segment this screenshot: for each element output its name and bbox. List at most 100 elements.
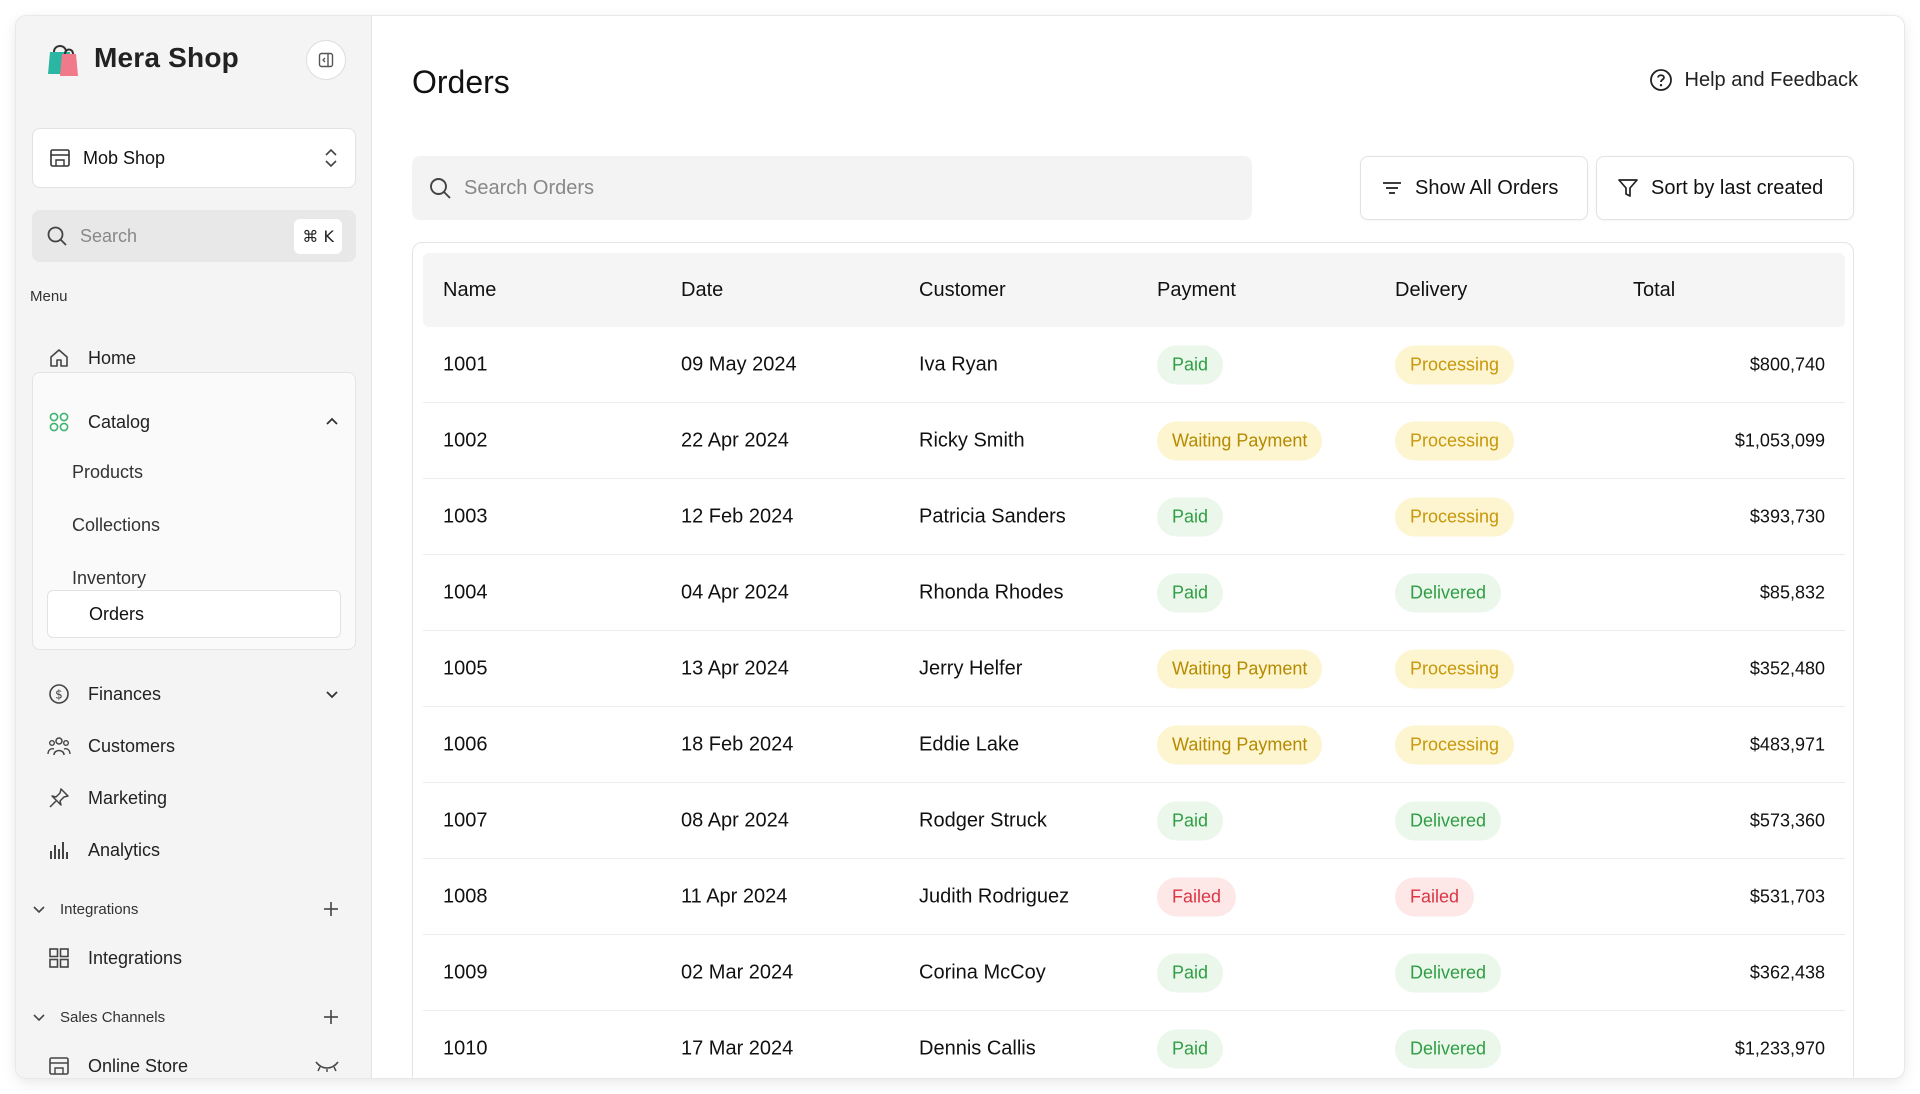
sidebar-subitem-orders[interactable]: Orders — [47, 590, 341, 638]
main-content: Orders Help and Feedback Show All Orders… — [372, 16, 1904, 1078]
sidebar-toggle-icon — [318, 52, 334, 68]
show-all-orders-label: Show All Orders — [1415, 176, 1559, 199]
order-customer-cell: Rhonda Rhodes — [919, 581, 1064, 603]
payment-status-badge: Waiting Payment — [1157, 725, 1323, 764]
table-row[interactable]: 1008 11 Apr 2024 Judith Rodriguez Failed Fai… — [423, 859, 1845, 935]
order-date-cell: 08 Apr 2024 — [681, 809, 789, 831]
section-label: Sales Channels — [60, 1008, 166, 1026]
order-name-cell: 1006 — [443, 733, 488, 755]
table-row[interactable]: 1007 08 Apr 2024 Rodger Struck Paid Delivere… — [423, 783, 1845, 859]
order-total-cell: $1,053,099 — [1734, 430, 1825, 450]
sidebar-item-analytics[interactable]: Analytics — [32, 828, 356, 872]
column-header-delivery[interactable]: Delivery — [1395, 279, 1467, 302]
sidebar-item-label: Customers — [88, 735, 176, 756]
order-name-cell: 1003 — [443, 505, 488, 527]
sidebar-item-online-store[interactable]: Online Store — [32, 1044, 356, 1078]
orders-search[interactable] — [412, 156, 1252, 220]
sort-label: Sort by last created — [1651, 176, 1824, 199]
delivery-status-badge: Delivered — [1395, 953, 1502, 992]
sidebar-item-marketing[interactable]: Marketing — [32, 776, 356, 820]
sales-channels-section-header[interactable]: Sales Channels — [32, 1002, 356, 1032]
sidebar-search[interactable]: Search ⌘ K — [32, 210, 356, 262]
eye-closed-icon[interactable] — [314, 1059, 340, 1073]
search-shortcut-badge: ⌘ K — [294, 218, 342, 254]
order-date-cell: 18 Feb 2024 — [681, 733, 794, 755]
chevron-down-icon — [33, 906, 45, 914]
sidebar-item-label: Online Store — [88, 1055, 189, 1076]
search-icon — [430, 178, 451, 199]
sidebar-item-label: Integrations — [88, 947, 183, 968]
column-header-customer[interactable]: Customer — [919, 279, 1006, 302]
table-row[interactable]: 1005 13 Apr 2024 Jerry Helfer Waiting Payme… — [423, 631, 1845, 707]
column-header-total[interactable]: Total — [1633, 279, 1675, 302]
grid-circles-icon — [46, 409, 72, 435]
store-icon — [50, 149, 70, 167]
orders-search-input[interactable] — [464, 176, 1236, 200]
grid-icon — [46, 945, 72, 971]
sidebar-item-finances[interactable]: $ Finances — [32, 672, 356, 716]
order-total-cell: $531,703 — [1749, 886, 1825, 906]
order-customer-cell: Dennis Callis — [919, 1037, 1036, 1059]
table-row[interactable]: 1001 09 May 2024 Iva Ryan Paid Processing $80… — [423, 327, 1845, 403]
funnel-icon — [1618, 179, 1638, 197]
help-feedback-link[interactable]: Help and Feedback — [1649, 68, 1858, 92]
column-header-date[interactable]: Date — [681, 279, 723, 302]
payment-status-badge: Waiting Payment — [1157, 421, 1323, 460]
app-window: Mera Shop Mob Shop Search ⌘ K Menu Home — [16, 16, 1904, 1078]
store-select[interactable]: Mob Shop — [32, 128, 356, 188]
shopping-bag-icon — [42, 38, 82, 78]
chevron-down-icon — [33, 1014, 45, 1022]
users-icon — [46, 733, 72, 759]
order-name-cell: 1005 — [443, 657, 488, 679]
delivery-status-badge: Delivered — [1395, 1029, 1502, 1068]
payment-status-badge: Waiting Payment — [1157, 649, 1323, 688]
delivery-status-badge: Delivered — [1395, 573, 1502, 612]
order-date-cell: 12 Feb 2024 — [681, 505, 794, 527]
table-row[interactable]: 1009 02 Mar 2024 Corina McCoy Paid Delivered… — [423, 935, 1845, 1011]
brand[interactable]: Mera Shop — [42, 38, 239, 78]
order-date-cell: 13 Apr 2024 — [681, 657, 789, 679]
sidebar-subitem-collections[interactable]: Collections — [72, 515, 160, 536]
order-date-cell: 09 May 2024 — [681, 353, 797, 375]
order-customer-cell: Eddie Lake — [919, 733, 1020, 755]
order-customer-cell: Jerry Helfer — [919, 657, 1023, 679]
show-all-orders-button[interactable]: Show All Orders — [1360, 156, 1588, 220]
order-total-cell: $352,480 — [1749, 658, 1825, 678]
table-row[interactable]: 1002 22 Apr 2024 Ricky Smith Waiting Paymen… — [423, 403, 1845, 479]
column-header-name[interactable]: Name — [443, 279, 496, 302]
sidebar-item-integrations[interactable]: Integrations — [32, 936, 356, 980]
filter-lines-icon — [1383, 182, 1401, 194]
order-customer-cell: Patricia Sanders — [919, 505, 1066, 527]
order-name-cell: 1010 — [443, 1037, 488, 1059]
order-total-cell: $85,832 — [1759, 582, 1825, 602]
collapse-sidebar-button[interactable] — [306, 40, 346, 80]
table-row[interactable]: 1003 12 Feb 2024 Patricia Sanders Paid Proce… — [423, 479, 1845, 555]
order-name-cell: 1007 — [443, 809, 488, 831]
order-name-cell: 1008 — [443, 885, 488, 907]
sort-button[interactable]: Sort by last created — [1596, 156, 1854, 220]
sidebar-subitem-inventory[interactable]: Inventory — [72, 568, 146, 589]
integrations-section-header[interactable]: Integrations — [32, 894, 356, 924]
table-row[interactable]: 1006 18 Feb 2024 Eddie Lake Waiting Payment… — [423, 707, 1845, 783]
sidebar-subitem-products[interactable]: Products — [72, 462, 143, 483]
order-total-cell: $362,438 — [1749, 962, 1825, 982]
table-row[interactable]: 1010 17 Mar 2024 Dennis Callis Paid Delivere… — [423, 1011, 1845, 1078]
sidebar-item-catalog[interactable]: Catalog — [32, 400, 356, 444]
sidebar-item-customers[interactable]: Customers — [32, 724, 356, 768]
order-customer-cell: Judith Rodriguez — [919, 885, 1070, 907]
column-header-payment[interactable]: Payment — [1157, 279, 1236, 302]
sidebar-search-placeholder: Search — [80, 225, 138, 246]
app-name: Mera Shop — [94, 42, 239, 73]
order-customer-cell: Ricky Smith — [919, 429, 1025, 451]
order-total-cell: $483,971 — [1749, 734, 1825, 754]
home-icon — [46, 345, 72, 371]
payment-status-badge: Paid — [1157, 953, 1224, 992]
add-integration-icon[interactable] — [322, 900, 340, 918]
sidebar: Mera Shop Mob Shop Search ⌘ K Menu Home — [16, 16, 372, 1078]
add-channel-icon[interactable] — [322, 1008, 340, 1026]
order-name-cell: 1001 — [443, 353, 488, 375]
table-header: Name Date Customer Payment Delivery Tota… — [423, 253, 1845, 327]
section-label: Integrations — [60, 900, 139, 918]
table-row[interactable]: 1004 04 Apr 2024 Rhonda Rhodes Paid Delivere… — [423, 555, 1845, 631]
help-circle-icon — [1649, 69, 1672, 91]
